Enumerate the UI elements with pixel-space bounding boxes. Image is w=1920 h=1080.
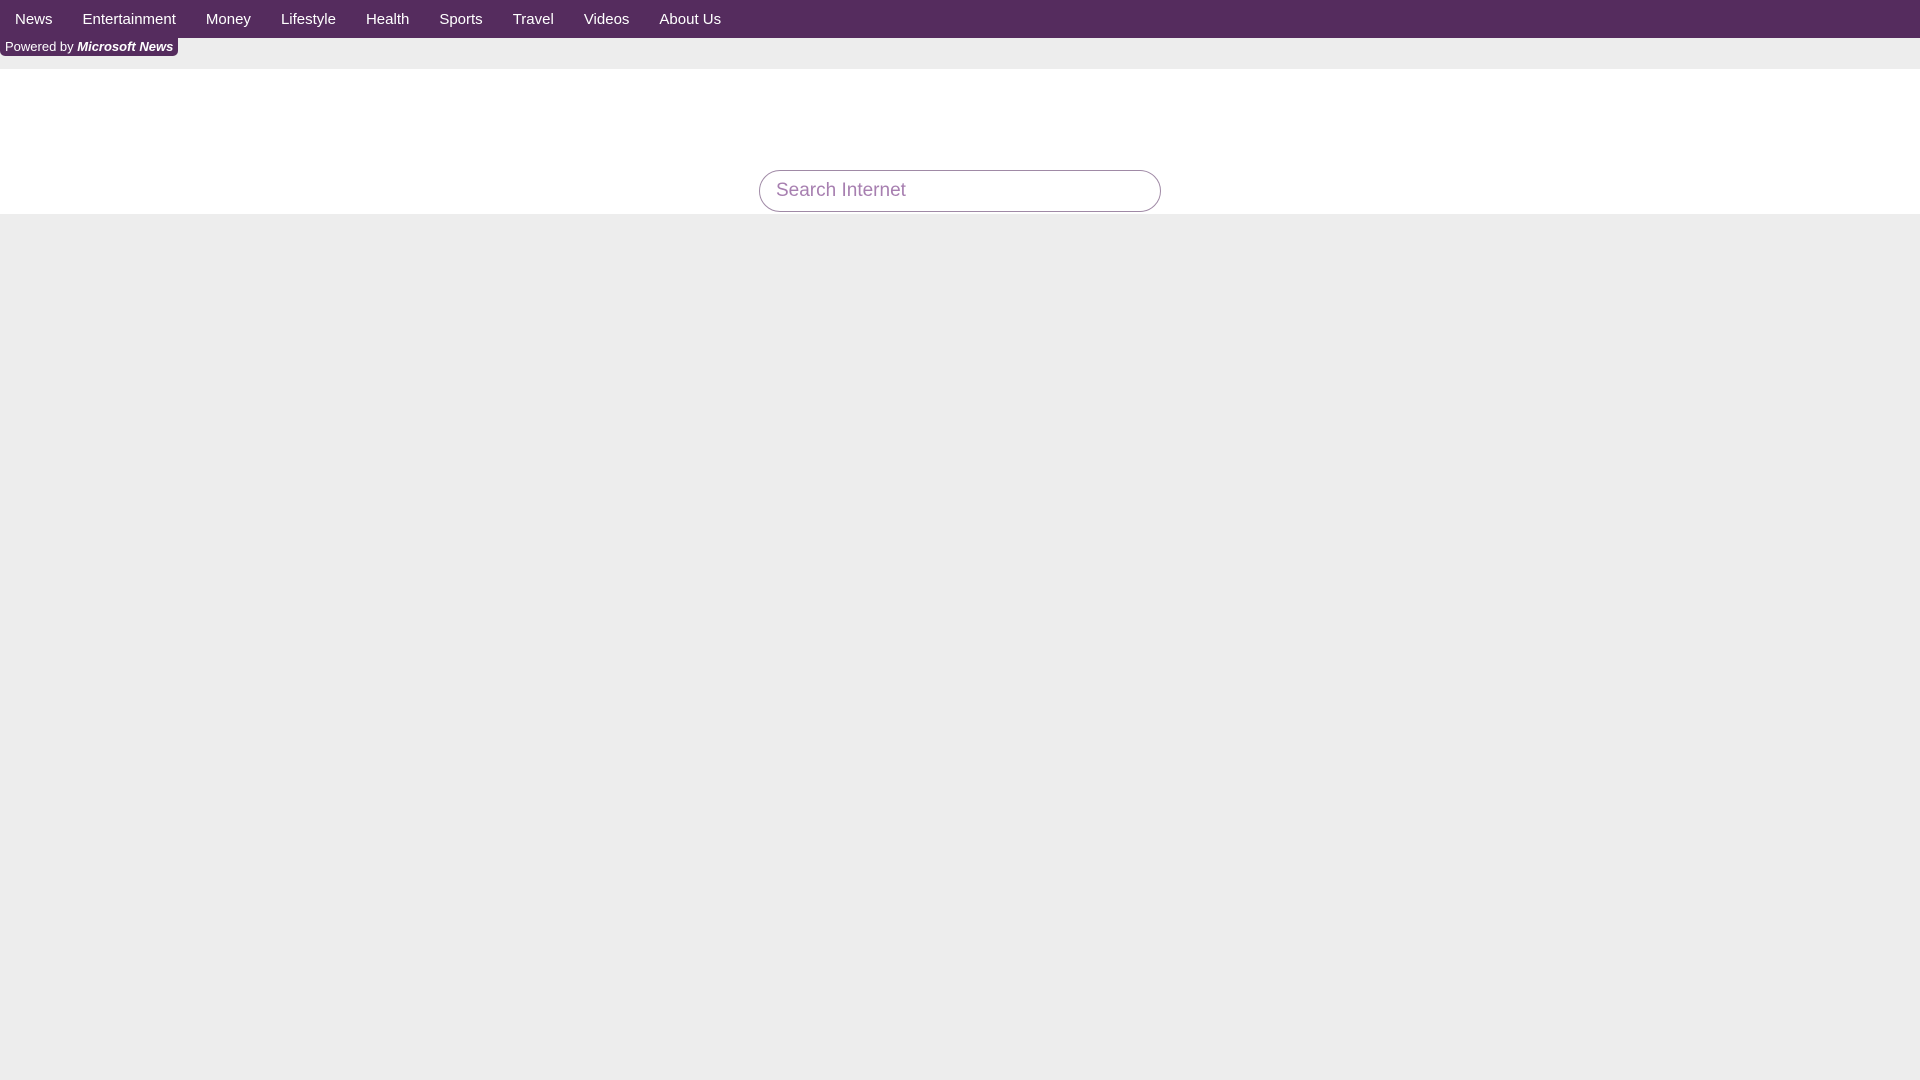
nav-item-entertainment[interactable]: Entertainment <box>83 11 176 28</box>
search-input[interactable] <box>760 171 1160 211</box>
nav-item-sports[interactable]: Sports <box>439 11 482 28</box>
powered-by-badge[interactable]: Powered by Microsoft News <box>0 38 179 56</box>
powered-by-prefix: Powered by <box>5 39 78 54</box>
top-navigation-bar: News Entertainment Money Lifestyle Healt… <box>0 0 1920 38</box>
nav-item-money[interactable]: Money <box>206 11 251 28</box>
nav-item-news[interactable]: News <box>15 11 53 28</box>
main-content-area <box>0 214 1920 1080</box>
nav-item-health[interactable]: Health <box>366 11 409 28</box>
powered-by-brand: Microsoft News <box>77 39 174 54</box>
nav-item-about-us[interactable]: About Us <box>659 11 721 28</box>
nav-item-travel[interactable]: Travel <box>513 11 554 28</box>
nav-item-lifestyle[interactable]: Lifestyle <box>281 11 336 28</box>
nav-item-videos[interactable]: Videos <box>584 11 630 28</box>
subheader-strip <box>0 38 1920 69</box>
search-box <box>759 170 1161 212</box>
